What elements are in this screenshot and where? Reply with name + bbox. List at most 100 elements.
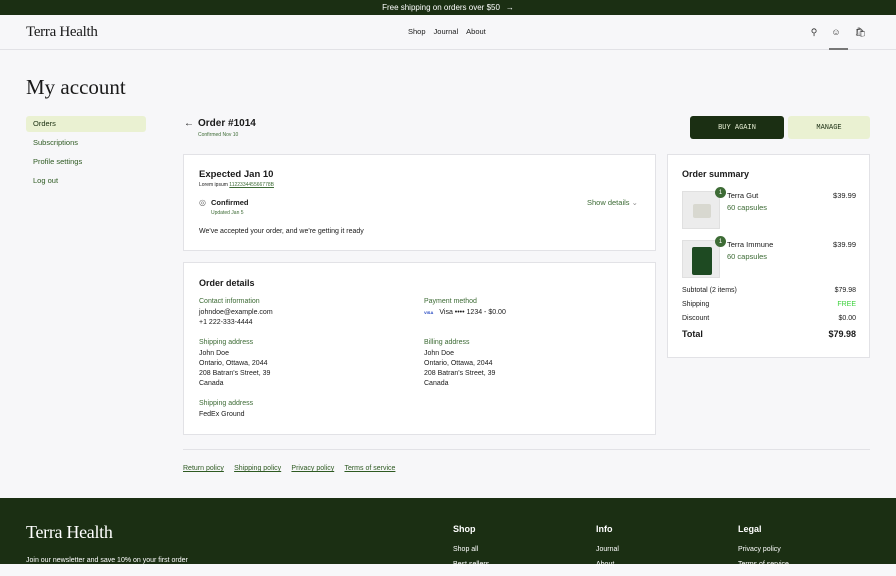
footer-link[interactable]: Best sellers (453, 561, 489, 568)
footer-link[interactable]: Shop all (453, 546, 489, 553)
terms-of-service-link[interactable]: Terms of service (344, 465, 395, 472)
privacy-policy-link[interactable]: Privacy policy (291, 465, 334, 472)
discount-value: $0.00 (838, 315, 856, 322)
header-icons: ⚲ ☺ 🛍 (811, 27, 866, 38)
visa-card-icon: VISA (424, 310, 434, 315)
item-price: $39.99 (833, 240, 856, 249)
page-title: My account (26, 75, 126, 99)
account-sidebar: Orders Subscriptions Profile settings Lo… (26, 116, 146, 192)
product-image-terra-immune: 1 (682, 236, 726, 278)
contact-phone: +1 222-333-4444 (199, 319, 253, 326)
summary-item: 1 Terra Immune 60 capsules $39.99 (682, 236, 856, 278)
contact-info: Contact information johndoe@example.com … (199, 298, 273, 328)
total-label: Total (682, 329, 703, 339)
quantity-badge: 1 (715, 236, 726, 247)
main-nav: Shop Journal About (408, 27, 486, 36)
footer-col-title: Legal (738, 524, 762, 534)
billing-address: Billing address John Doe Ontario, Ottawa… (424, 339, 495, 389)
return-policy-link[interactable]: Return policy (183, 465, 224, 472)
policy-links: Return policy Shipping policy Privacy po… (183, 463, 403, 472)
search-icon[interactable]: ⚲ (811, 27, 818, 38)
item-variant: 60 capsules (727, 203, 768, 212)
sidebar-item-log-out[interactable]: Log out (26, 173, 146, 189)
footer-link[interactable]: Journal (596, 546, 619, 553)
site-footer: Terra Health Join our newsletter and sav… (0, 498, 896, 568)
shipping-value: FREE (837, 301, 856, 308)
order-details-card: Order details Contact information johndo… (183, 262, 656, 435)
address-line: John Doe (199, 350, 229, 357)
footer-logo: Terra Health (26, 522, 113, 542)
active-indicator (829, 48, 848, 50)
address-line: Canada (199, 380, 224, 387)
total-value: $79.98 (828, 329, 856, 339)
footer-col-legal: Legal Privacy policy Terms of service (738, 524, 789, 576)
address-line: Ontario, Ottawa, 2044 (199, 360, 268, 367)
contact-label: Contact information (199, 298, 260, 305)
check-circle-icon: ◎ (199, 198, 206, 207)
payment-value: Visa •••• 1234 - $0.00 (439, 309, 506, 316)
summary-totals: Subtotal (2 items) $79.98 Shipping FREE Di… (682, 287, 856, 339)
shipping-method-label: Shipping address (199, 400, 254, 407)
billing-label: Billing address (424, 339, 470, 346)
item-name: Terra Immune (727, 240, 774, 249)
promo-text: Free shipping on orders over $50 (382, 3, 500, 12)
bag-icon[interactable]: 🛍 (855, 27, 866, 38)
sidebar-item-profile-settings[interactable]: Profile settings (26, 154, 146, 170)
shipping-label: Shipping address (199, 339, 254, 346)
footer-col-info: Info Journal About (596, 524, 619, 576)
item-price: $39.99 (833, 191, 856, 200)
subtotal-value: $79.98 (834, 287, 856, 294)
shipping-method: Shipping address FedEx Ground (199, 400, 253, 420)
address-line: Canada (424, 380, 449, 387)
nav-about[interactable]: About (466, 27, 486, 36)
subtotal-label: Subtotal (2 items) (682, 287, 737, 294)
footer-link[interactable]: Terms of service (738, 561, 789, 568)
shipping-policy-link[interactable]: Shipping policy (234, 465, 281, 472)
shipping-method-value: FedEx Ground (199, 411, 245, 418)
logo[interactable]: Terra Health (26, 24, 98, 41)
status-updated: Updated Jan 5 (211, 210, 244, 216)
shipping-label: Shipping (682, 301, 710, 308)
discount-label: Discount (682, 315, 710, 322)
footer-col-title: Shop (453, 524, 476, 534)
order-confirmed-date: Confirmed Nov 10 (198, 132, 239, 138)
quantity-badge: 1 (715, 187, 726, 198)
order-summary-title: Order summary (682, 169, 750, 179)
order-status-card: Expected Jan 10 Lorem ipsum 112233445566… (183, 154, 656, 251)
payment-method: Payment method VISA Visa •••• 1234 - $0.0… (424, 298, 506, 318)
divider (183, 449, 870, 450)
footer-link[interactable]: About (596, 561, 619, 568)
payment-label: Payment method (424, 298, 477, 305)
contact-email: johndoe@example.com (199, 309, 273, 316)
show-details-button[interactable]: Show details ⌄ (587, 198, 638, 207)
show-details-label: Show details (587, 198, 630, 207)
newsletter-text: Join our newsletter and save 10% on your… (26, 557, 188, 564)
buy-again-button[interactable]: BUY AGAIN (690, 116, 784, 139)
expected-date: Expected Jan 10 (199, 169, 274, 180)
item-variant: 60 capsules (727, 252, 768, 261)
summary-item: 1 Terra Gut 60 capsules $39.99 (682, 187, 856, 229)
order-title: Order #1014 (198, 118, 256, 129)
tracking-info: Lorem ipsum 112233445566778B (199, 182, 274, 188)
footer-col-title: Info (596, 524, 613, 534)
status-state: Confirmed (211, 198, 249, 207)
account-icon[interactable]: ☺ (831, 27, 840, 38)
order-summary-card: Order summary 1 Terra Gut 60 capsules $3… (667, 154, 870, 358)
sidebar-item-orders[interactable]: Orders (26, 116, 146, 132)
shipping-address: Shipping address John Doe Ontario, Ottaw… (199, 339, 270, 389)
manage-button[interactable]: MANAGE (788, 116, 870, 139)
back-arrow-icon[interactable]: ← (184, 118, 194, 129)
footer-link[interactable]: Privacy policy (738, 546, 789, 553)
nav-shop[interactable]: Shop (408, 27, 426, 36)
address-line: John Doe (424, 350, 454, 357)
address-line: 208 Batran's Street, 39 (199, 370, 271, 377)
footer-col-shop: Shop Shop all Best sellers (453, 524, 489, 576)
item-name: Terra Gut (727, 191, 759, 200)
tracking-number-link[interactable]: 112233445566778B (229, 182, 274, 188)
tracking-label: Lorem ipsum (199, 182, 228, 188)
promo-banner[interactable]: Free shipping on orders over $50 → (0, 0, 896, 15)
sidebar-item-subscriptions[interactable]: Subscriptions (26, 135, 146, 151)
order-details-title: Order details (199, 278, 255, 288)
status-message: We've accepted your order, and we're get… (199, 228, 364, 235)
nav-journal[interactable]: Journal (434, 27, 459, 36)
